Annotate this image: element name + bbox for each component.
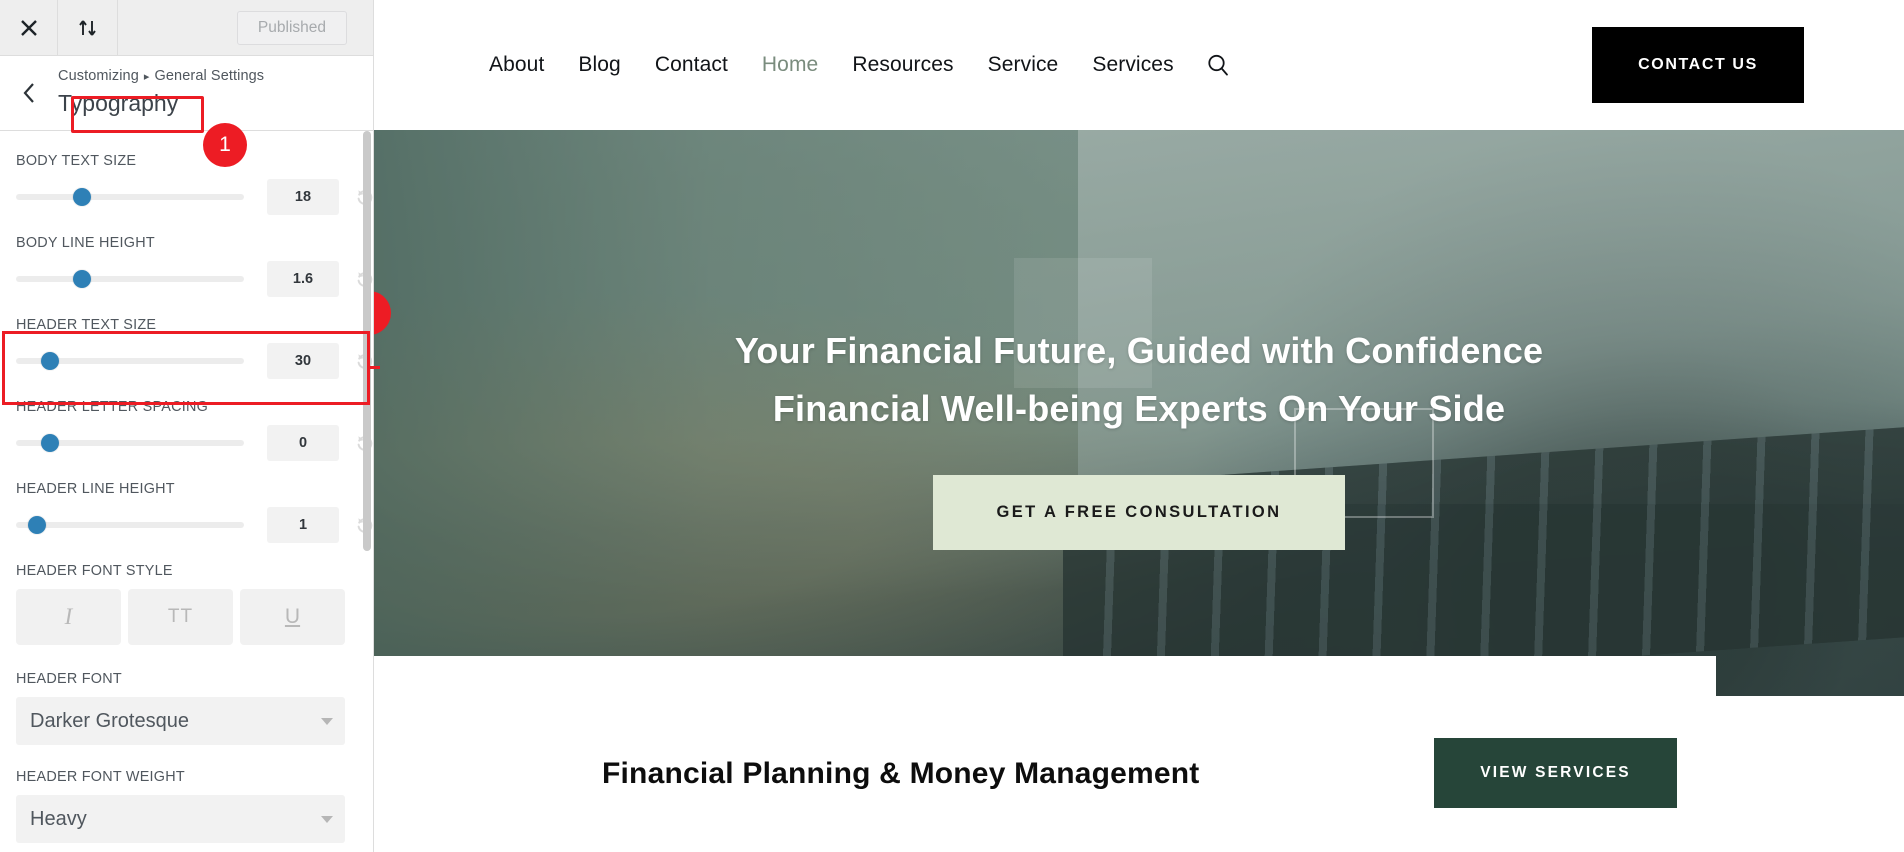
italic-button[interactable]: I [16,589,121,645]
control-header-font-weight: HEADER FONT WEIGHT Heavy [16,769,345,843]
hero-section: Your Financial Future, Guided with Confi… [374,130,1904,696]
slider-row: 30 [16,343,373,379]
section-title: Financial Planning & Money Management [602,757,1200,790]
customizer-topbar: Published [0,0,373,56]
underline-button[interactable]: U [240,589,345,645]
header-text-size-slider[interactable] [16,352,244,370]
control-body-line-height: BODY LINE HEIGHT 1.6 [16,235,373,297]
customizer-app: Published Customizing ▸ General Settings T… [0,0,1904,852]
body-text-size-value[interactable]: 18 [267,179,339,215]
nav-item-services[interactable]: Services [1075,53,1190,77]
control-header-text-size: HEADER TEXT SIZE 30 [16,317,373,379]
hero-headline-line-2: Financial Well-being Experts On Your Sid… [772,387,1506,429]
primary-nav: About Blog Contact Home Resources Servic… [472,52,1231,78]
chevron-down-icon [321,718,333,725]
header-font-select[interactable]: Darker Grotesque [16,697,345,745]
annotation-connector-2 [368,366,380,369]
search-icon[interactable] [1205,52,1231,78]
customizer-panel-header: Customizing ▸ General Settings Typography [0,56,373,131]
site-header: About Blog Contact Home Resources Servic… [374,0,1904,130]
site-preview: About Blog Contact Home Resources Servic… [374,0,1904,852]
body-line-height-value[interactable]: 1.6 [267,261,339,297]
contact-us-button[interactable]: CONTACT US [1592,27,1804,103]
breadcrumb: Customizing ▸ General Settings [58,68,264,84]
slider-row: 0 [16,425,373,461]
hero-headline-line-1: Your Financial Future, Guided with Confi… [734,330,1544,371]
topbar-spacer [118,0,237,55]
control-header-letter-spacing: HEADER LETTER SPACING 0 [16,399,373,461]
slider-row: 18 [16,179,373,215]
slider-thumb[interactable] [41,434,60,452]
nav-item-about[interactable]: About [472,53,561,77]
close-icon[interactable] [0,0,58,55]
page-title: Typography [58,90,179,116]
control-header-font: HEADER FONT Darker Grotesque [16,671,345,745]
panel-header-text: Customizing ▸ General Settings Typography [58,56,264,118]
body-line-height-slider[interactable] [16,270,244,288]
publish-button[interactable]: Published [236,10,347,45]
body-text-size-slider[interactable] [16,188,244,206]
nav-item-blog[interactable]: Blog [561,53,637,77]
customizer-controls: BODY TEXT SIZE 18 BODY LINE HEIGHT 1.6 H… [0,131,373,852]
slider-thumb[interactable] [41,352,60,370]
nav-item-service[interactable]: Service [971,53,1076,77]
control-label: HEADER FONT [16,671,122,687]
control-body-text-size: BODY TEXT SIZE 18 [16,153,373,215]
control-label: HEADER TEXT SIZE [16,317,157,333]
header-font-value: Darker Grotesque [30,709,189,732]
font-style-button-group: I TT U [16,589,345,645]
device-toggle-icon[interactable] [58,0,118,55]
control-label: BODY TEXT SIZE [16,153,137,169]
slider-row: 1.6 [16,261,373,297]
annotation-badge-1: 1 [203,123,247,167]
breadcrumb-root[interactable]: Customizing [58,68,139,84]
slider-thumb[interactable] [73,188,92,206]
slider-thumb[interactable] [27,516,46,534]
control-label: HEADER LINE HEIGHT [16,481,175,497]
control-label: BODY LINE HEIGHT [16,235,155,251]
hero-content: Your Financial Future, Guided with Confi… [374,130,1904,551]
header-text-size-value[interactable]: 30 [267,343,339,379]
services-intro-section: Financial Planning & Money Management VI… [374,656,1904,852]
control-header-line-height: HEADER LINE HEIGHT 1 [16,481,373,543]
header-line-height-slider[interactable] [16,516,244,534]
header-line-height-value[interactable]: 1 [267,507,339,543]
chevron-down-icon [321,816,333,823]
sidebar-scrollbar-thumb[interactable] [363,131,371,551]
get-free-consultation-button[interactable]: GET A FREE CONSULTATION [932,475,1346,551]
control-label: HEADER FONT WEIGHT [16,769,185,785]
nav-item-home[interactable]: Home [745,53,835,77]
nav-item-resources[interactable]: Resources [835,53,970,77]
header-font-weight-value: Heavy [30,807,87,830]
header-letter-spacing-slider[interactable] [16,434,244,452]
header-letter-spacing-value[interactable]: 0 [267,425,339,461]
view-services-button[interactable]: VIEW SERVICES [1434,738,1677,808]
breadcrumb-separator: ▸ [143,71,150,83]
slider-row: 1 [16,507,373,543]
control-label: HEADER FONT STYLE [16,563,173,579]
slider-thumb[interactable] [73,270,92,288]
customizer-sidebar: Published Customizing ▸ General Settings T… [0,0,380,852]
control-header-font-style: HEADER FONT STYLE I TT U [16,563,345,645]
customizer-controls-scroll-area: BODY TEXT SIZE 18 BODY LINE HEIGHT 1.6 H… [0,131,373,852]
hero-headline: Your Financial Future, Guided with Confi… [374,322,1904,437]
chevron-left-icon[interactable] [0,56,58,130]
header-font-weight-select[interactable]: Heavy [16,795,345,843]
nav-item-contact[interactable]: Contact [638,53,745,77]
white-panel-backdrop [374,656,1716,746]
uppercase-button[interactable]: TT [128,589,233,645]
breadcrumb-section[interactable]: General Settings [155,68,265,84]
control-label: HEADER LETTER SPACING [16,399,209,415]
